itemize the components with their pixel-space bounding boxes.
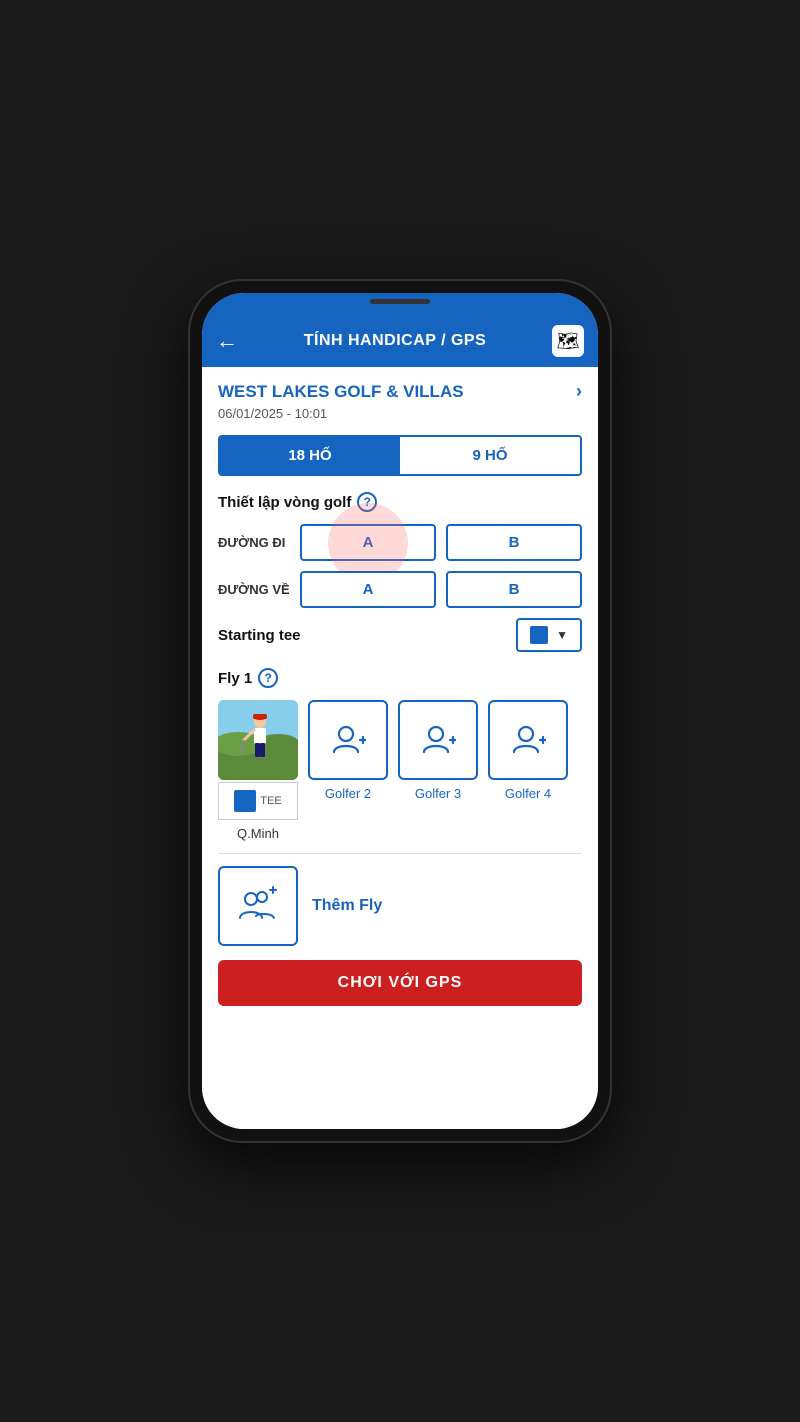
golfer-grid: TEE Q.Minh	[218, 700, 582, 841]
tab-18-holes[interactable]: 18 HỐ	[220, 437, 400, 474]
tee-color-indicator	[530, 626, 548, 644]
add-person-icon-3	[420, 722, 456, 758]
golfer-2-name: Golfer 2	[325, 786, 371, 801]
phone-screen: ← TÍNH HANDICAP / GPS 🗺 WEST LAKES GOLF …	[202, 293, 598, 1129]
golfer-1-tee-info: TEE	[218, 782, 298, 820]
golfer-4-card: Golfer 4	[488, 700, 568, 801]
starting-tee-label: Starting tee	[218, 627, 301, 644]
route-return-label: ĐƯỜNG VỀ	[218, 582, 290, 597]
phone-shell: ← TÍNH HANDICAP / GPS 🗺 WEST LAKES GOLF …	[190, 281, 610, 1141]
status-bar	[202, 293, 598, 317]
tee-color-badge	[234, 790, 256, 812]
add-person-icon-2	[330, 722, 366, 758]
route-go-btn-a[interactable]: A	[300, 524, 436, 561]
route-return-btn-a[interactable]: A	[300, 571, 436, 608]
golfer-3-add-btn[interactable]	[398, 700, 478, 780]
golfer-photo-bg	[218, 700, 298, 780]
add-fly-button[interactable]	[218, 866, 298, 946]
route-go-label: ĐƯỜNG ĐI	[218, 535, 290, 550]
golfer-4-name: Golfer 4	[505, 786, 551, 801]
fly1-section: Fly 1 ?	[218, 668, 582, 841]
golfer-1-card: TEE Q.Minh	[218, 700, 298, 841]
starting-tee-select[interactable]: ▼	[516, 618, 582, 652]
golfer-2-add-btn[interactable]	[308, 700, 388, 780]
play-with-gps-button[interactable]: CHƠI VỚI GPS	[218, 960, 582, 1006]
course-header: WEST LAKES GOLF & VILLAS ›	[218, 381, 582, 402]
page-title: TÍNH HANDICAP / GPS	[304, 332, 487, 350]
add-person-icon-4	[510, 722, 546, 758]
nav-bar: ← TÍNH HANDICAP / GPS 🗺	[202, 317, 598, 367]
section-divider	[218, 853, 582, 854]
add-fly-row: Thêm Fly	[218, 866, 582, 946]
route-return-btn-b[interactable]: B	[446, 571, 582, 608]
add-fly-label[interactable]: Thêm Fly	[312, 897, 382, 915]
fly1-help-icon[interactable]: ?	[258, 668, 278, 688]
route-row-return: ĐƯỜNG VỀ A B	[218, 571, 582, 608]
tee-dropdown-arrow: ▼	[556, 628, 568, 642]
golfer-1-name: Q.Minh	[237, 826, 279, 841]
back-button[interactable]: ←	[216, 330, 238, 352]
golfer-3-card: Golfer 3	[398, 700, 478, 801]
tab-9-holes[interactable]: 9 HỐ	[400, 437, 580, 474]
tee-text-label: TEE	[260, 795, 281, 807]
golfer-1-photo[interactable]	[218, 700, 298, 780]
fly1-label: Fly 1 ?	[218, 668, 582, 688]
starting-tee-row: Starting tee ▼	[218, 618, 582, 652]
golfer-svg	[218, 700, 298, 780]
map-emoji: 🗺	[557, 331, 580, 352]
map-icon[interactable]: 🗺	[552, 325, 584, 357]
course-date: 06/01/2025 - 10:01	[218, 406, 582, 421]
route-row-go: ĐƯỜNG ĐI A B	[218, 524, 582, 561]
content-area: WEST LAKES GOLF & VILLAS › 06/01/2025 - …	[202, 367, 598, 1129]
setup-section-label: Thiết lập vòng golf ?	[218, 492, 582, 512]
course-chevron[interactable]: ›	[576, 381, 582, 402]
golfer-2-card: Golfer 2	[308, 700, 388, 801]
golfer-4-add-btn[interactable]	[488, 700, 568, 780]
hole-tabs: 18 HỐ 9 HỐ	[218, 435, 582, 476]
add-fly-icon	[238, 886, 278, 926]
golfer-3-name: Golfer 3	[415, 786, 461, 801]
setup-help-icon[interactable]: ?	[357, 492, 377, 512]
route-go-btn-b[interactable]: B	[446, 524, 582, 561]
course-name[interactable]: WEST LAKES GOLF & VILLAS	[218, 382, 464, 402]
